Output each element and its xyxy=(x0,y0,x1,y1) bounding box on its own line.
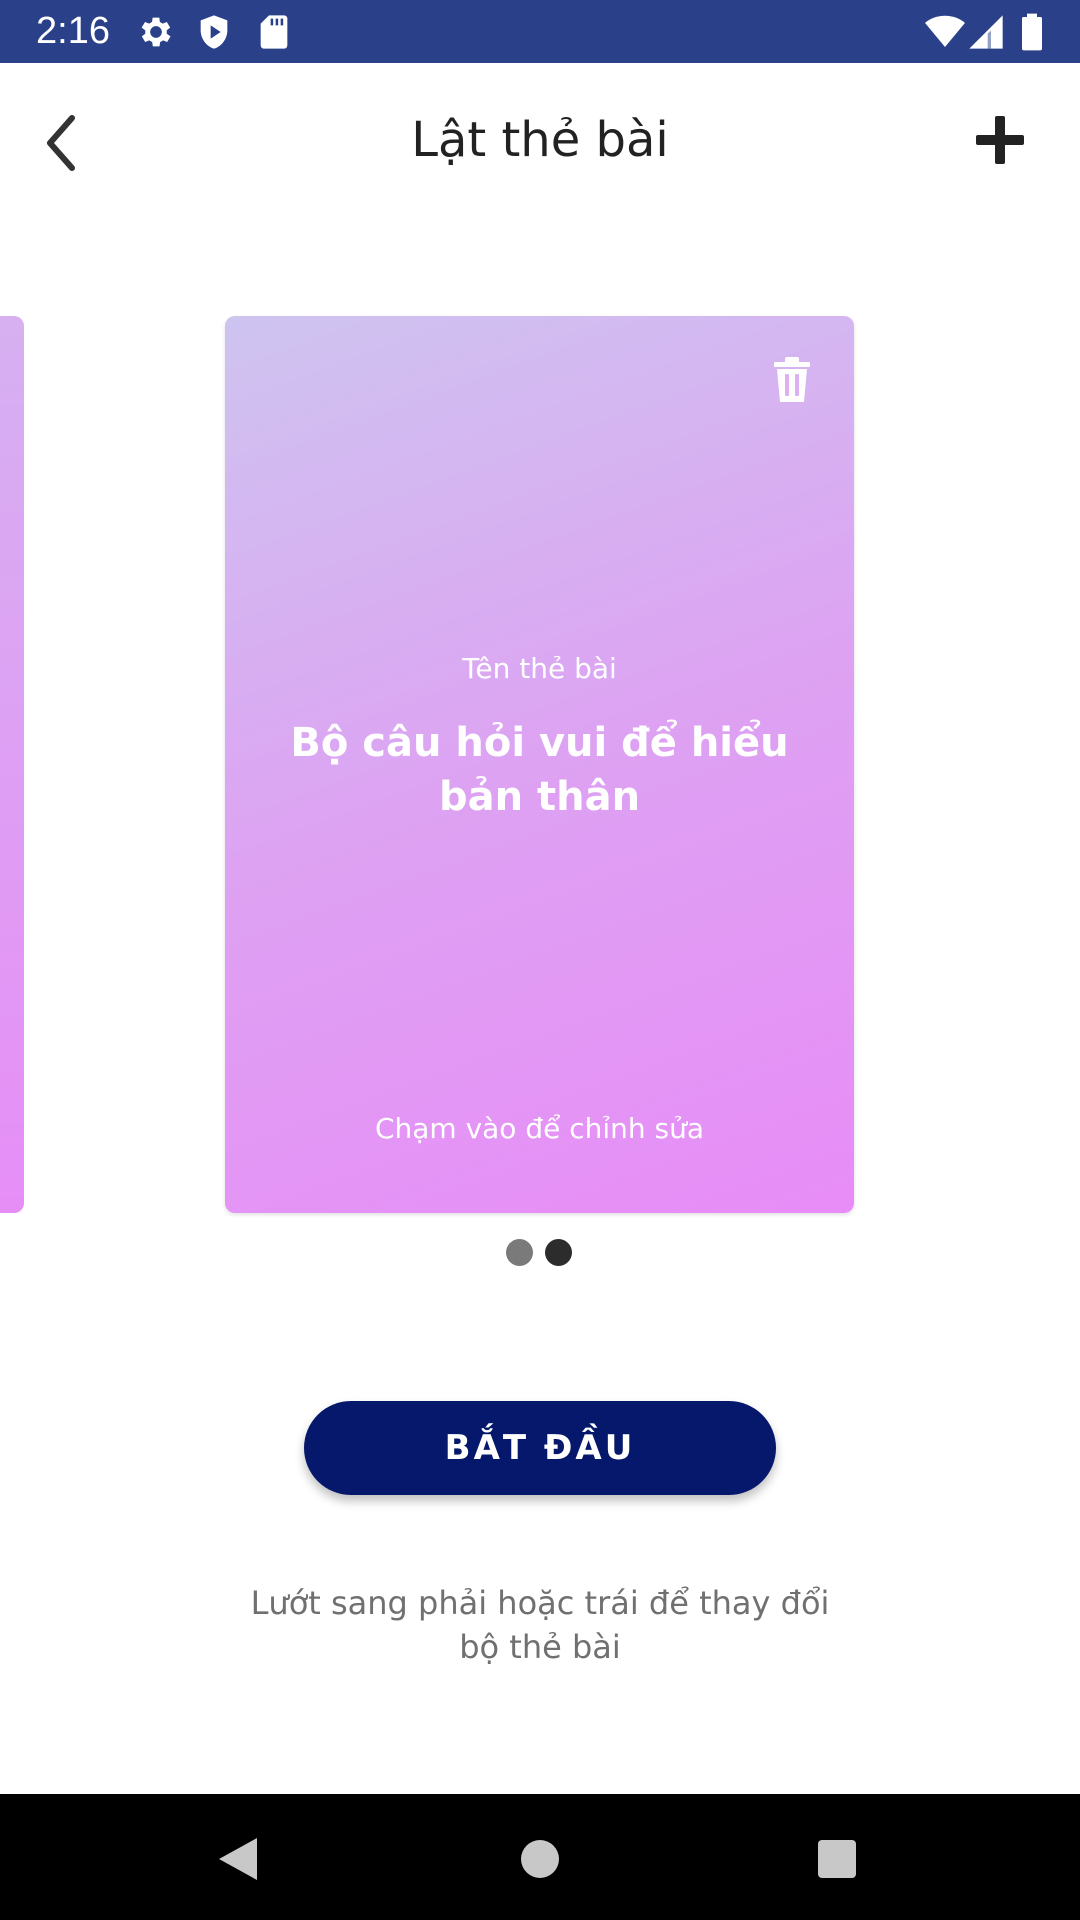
signal-icon xyxy=(969,15,1003,49)
sd-card-icon xyxy=(260,15,288,49)
swipe-hint: Lướt sang phải hoặc trái để thay đổi bộ … xyxy=(250,1584,830,1666)
card-edit-hint: Chạm vào để chỉnh sửa xyxy=(374,1112,705,1145)
shield-play-icon xyxy=(200,15,228,49)
nav-home-icon[interactable] xyxy=(521,1840,559,1878)
deck-card[interactable]: Tên thẻ bài Bộ câu hỏi vui để hiểu bản t… xyxy=(225,316,854,1213)
card-caption: Tên thẻ bài xyxy=(462,652,617,685)
nav-recents-icon[interactable] xyxy=(818,1840,856,1878)
status-time: 2:16 xyxy=(36,10,110,52)
card-title: Bộ câu hỏi vui để hiểu bản thân xyxy=(290,720,789,820)
wifi-icon xyxy=(925,15,965,47)
start-button[interactable]: BẮT ĐẦU xyxy=(304,1401,776,1495)
chevron-left-icon[interactable] xyxy=(40,110,84,176)
plus-icon[interactable] xyxy=(972,112,1028,168)
nav-back-icon[interactable] xyxy=(217,1836,259,1882)
navigation-bar xyxy=(0,1794,1080,1920)
status-bar: 2:16 xyxy=(0,0,1080,63)
page-title: Lật thẻ bài xyxy=(411,112,669,168)
pager-dot-active xyxy=(545,1239,572,1266)
gear-icon xyxy=(141,17,171,47)
pager-dot xyxy=(506,1239,533,1266)
trash-icon[interactable] xyxy=(770,356,814,404)
previous-card[interactable] xyxy=(0,316,24,1213)
battery-icon xyxy=(1022,13,1042,51)
